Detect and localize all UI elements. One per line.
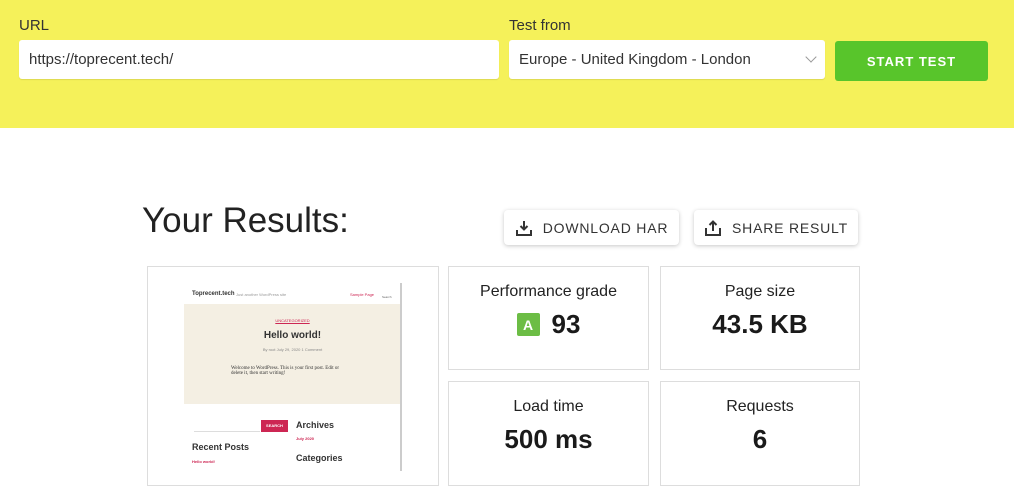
url-label: URL [19,17,50,34]
performance-grade-value: 93 [551,309,581,339]
thumb-nav: Sample Page [350,292,375,297]
thumb-site-name: Toprecent.tech [192,291,235,297]
test-from-label: Test from [509,17,571,34]
load-time-card: Load time 500 ms [448,381,649,486]
thumb-meta: By root July 29, 2020 1 Comment [262,347,323,352]
thumb-post-title: Hello world! [263,330,322,341]
thumb-archive-item: July 2020 [296,436,315,441]
page-size-value: 43.5 KB [712,309,808,339]
page-screenshot-thumbnail: Toprecent.tech Just another WordPress si… [147,266,439,486]
download-icon [515,220,532,236]
thumb-category: UNCATEGORIZED [275,318,310,323]
thumb-categories: Categories [296,453,343,463]
requests-label: Requests [726,398,794,415]
performance-grade-label: Performance grade [480,283,617,300]
thumb-hero: UNCATEGORIZED Hello world! By root July … [184,304,401,404]
grade-badge: A [516,313,540,336]
download-har-label: DOWNLOAD HAR [542,219,669,236]
thumb-scrollbar [400,283,402,471]
chevron-down-icon [805,51,817,63]
thumb-archives: Archives [296,420,335,430]
page-title: Your Results: [142,201,349,240]
thumb-recent-item: Hello world! [192,459,215,464]
thumb-search-input [194,420,260,432]
load-time-value: 500 ms [504,424,593,454]
load-time-label: Load time [513,398,584,415]
thumbnail-page: Toprecent.tech Just another WordPress si… [184,283,402,471]
performance-grade-card: Performance grade A 93 [448,266,649,370]
thumb-excerpt: Welcome to WordPress. This is your first… [231,366,340,376]
download-har-button[interactable]: DOWNLOAD HAR [504,210,679,245]
test-from-value: Europe - United Kingdom - London [519,51,751,68]
thumb-tagline: Just another WordPress site [236,292,287,297]
requests-card: Requests 6 [660,381,860,486]
url-input[interactable]: https://toprecent.tech/ [19,40,499,79]
thumb-recent-posts: Recent Posts [192,442,250,452]
requests-value: 6 [752,424,768,454]
share-result-button[interactable]: SHARE RESULT [694,210,858,245]
thumb-search-label: Search [382,295,392,299]
page-size-card: Page size 43.5 KB [660,266,860,370]
share-icon [705,219,722,236]
share-result-label: SHARE RESULT [732,219,848,236]
thumb-search-button: SEARCH [261,420,288,432]
page-size-label: Page size [724,283,796,300]
start-test-button[interactable]: START TEST [835,41,988,81]
test-form-header: URL https://toprecent.tech/ Test from Eu… [0,0,1014,128]
test-from-select[interactable]: Europe - United Kingdom - London [509,40,825,79]
